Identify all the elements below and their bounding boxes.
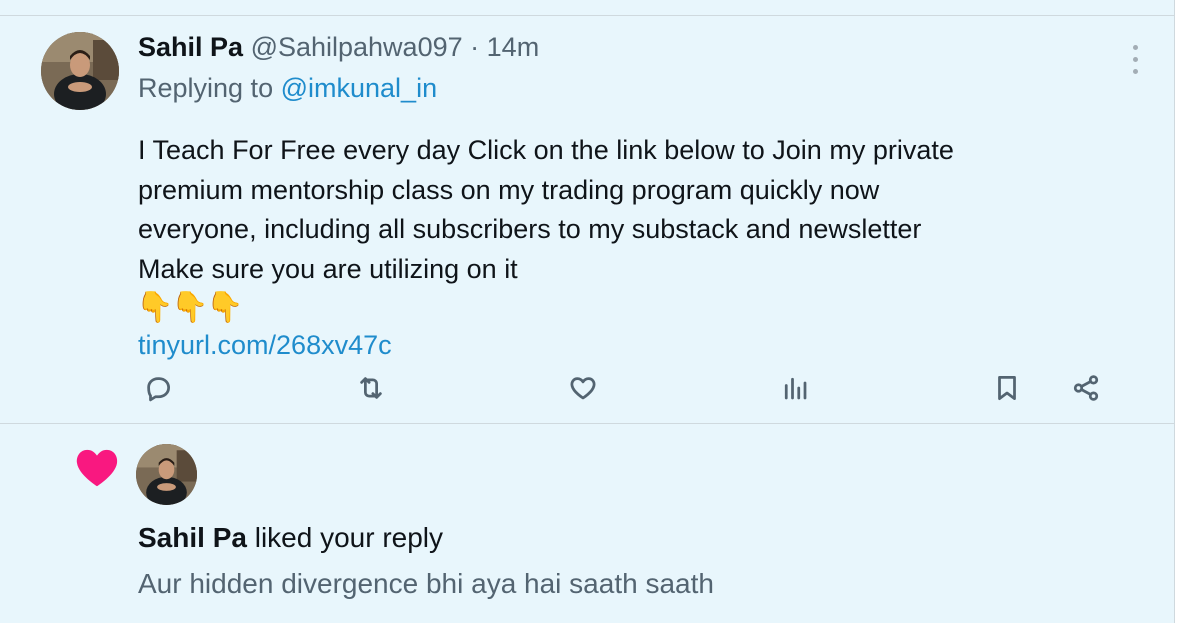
tweet-link[interactable]: tinyurl.com/268xv47c bbox=[138, 328, 392, 362]
reply-icon bbox=[147, 377, 170, 402]
replying-to: Replying to @imkunal_in bbox=[138, 71, 437, 105]
notifications-page: Sahil Pa @Sahilpahwa097 · 14m Replying t… bbox=[0, 0, 1174, 623]
share-button[interactable] bbox=[1066, 368, 1106, 408]
scrollbar-track[interactable] bbox=[1174, 0, 1200, 623]
tweet-text-line: premium mentorship class on my trading p… bbox=[138, 174, 880, 205]
tweet-text-line: I Teach For Free every day Click on the … bbox=[138, 135, 954, 165]
heart-filled-icon bbox=[76, 449, 118, 487]
replying-prefix: Replying to bbox=[138, 73, 274, 103]
quoted-reply-text[interactable]: Aur hidden divergence bhi aya hai saath … bbox=[138, 566, 714, 602]
author-handle[interactable]: @Sahilpahwa097 bbox=[251, 32, 463, 62]
tweet-text-line: everyone, including all subscribers to m… bbox=[138, 214, 922, 244]
notification-user-name[interactable]: Sahil Pa bbox=[138, 522, 247, 553]
views-button[interactable] bbox=[775, 368, 815, 408]
pointing-down-emoji: 👇 bbox=[206, 291, 244, 324]
more-options-icon[interactable] bbox=[1122, 36, 1148, 82]
avatar-photo bbox=[41, 32, 119, 110]
author-name[interactable]: Sahil Pa bbox=[138, 32, 243, 62]
notification-action: liked your reply bbox=[254, 522, 444, 553]
avatar-photo bbox=[136, 444, 197, 505]
retweet-icon bbox=[360, 377, 382, 399]
tweet-header: Sahil Pa @Sahilpahwa097 · 14m bbox=[138, 30, 539, 64]
bookmark-icon bbox=[998, 376, 1016, 400]
views-chart-icon bbox=[784, 377, 807, 400]
share-icon bbox=[1073, 375, 1099, 401]
bookmark-button[interactable] bbox=[987, 368, 1027, 408]
like-button[interactable] bbox=[563, 368, 603, 408]
pointing-down-emoji: 👇 bbox=[171, 291, 209, 324]
replying-to-mention[interactable]: @imkunal_in bbox=[281, 73, 437, 103]
tweet[interactable]: Sahil Pa @Sahilpahwa097 · 14m Replying t… bbox=[0, 16, 1174, 423]
retweet-button[interactable] bbox=[351, 368, 391, 408]
avatar[interactable] bbox=[41, 32, 119, 110]
reply-button[interactable] bbox=[138, 368, 178, 408]
tweet-text: I Teach For Free every day Click on the … bbox=[138, 131, 1138, 289]
like-notification[interactable]: Sahil Pa liked your reply Aur hidden div… bbox=[0, 424, 1174, 623]
heart-outline-icon bbox=[570, 377, 596, 400]
tweet-text-line: Make sure you are utilizing on it bbox=[138, 253, 518, 284]
emoji-row: 👇 👇 👇 bbox=[136, 290, 244, 326]
pointing-down-emoji: 👇 bbox=[136, 291, 174, 324]
notification-text: Sahil Pa liked your reply bbox=[138, 520, 443, 556]
tweet-time[interactable]: 14m bbox=[487, 32, 540, 62]
separator-dot: · bbox=[470, 32, 480, 62]
avatar[interactable] bbox=[136, 444, 197, 505]
